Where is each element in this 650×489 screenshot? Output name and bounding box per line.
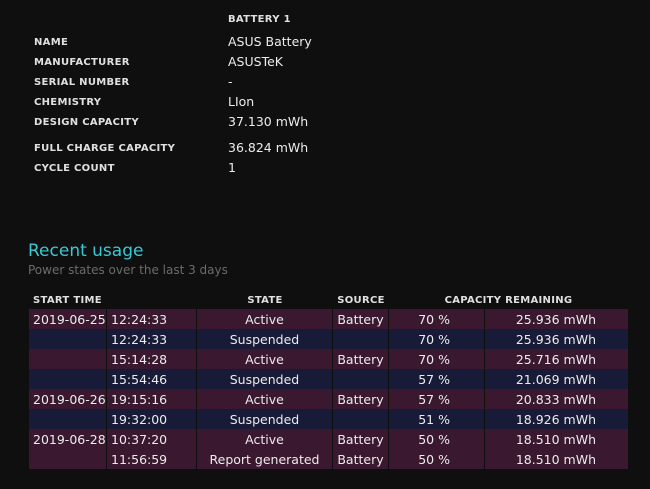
info-value: ASUS Battery xyxy=(228,34,312,49)
column-header-state: STATE xyxy=(247,294,283,306)
info-row-full-charge-capacity: FULL CHARGE CAPACITY 36.824 mWh xyxy=(34,139,594,159)
capacity-percent-cell: 51 % xyxy=(389,409,485,429)
column-header-source: SOURCE xyxy=(337,294,385,306)
info-label: FULL CHARGE CAPACITY xyxy=(34,143,176,154)
date-cell xyxy=(29,409,107,429)
info-value: LIon xyxy=(228,94,255,109)
capacity-percent-cell: 57 % xyxy=(389,389,485,409)
info-label: CHEMISTRY xyxy=(34,97,102,108)
capacity-percent-cell: 57 % xyxy=(389,369,485,389)
time-cell: 12:24:33 xyxy=(107,329,197,349)
info-row-name: NAME ASUS Battery xyxy=(34,33,594,53)
column-header-capacity-remaining: CAPACITY REMAINING xyxy=(444,294,573,306)
table-row: 15:54:46 Suspended 57 % 21.069 mWh xyxy=(29,369,628,389)
date-cell: 2019-06-28 xyxy=(29,429,107,449)
capacity-percent-cell: 50 % xyxy=(389,429,485,449)
source-cell: Battery xyxy=(333,349,389,369)
info-label: CYCLE COUNT xyxy=(34,163,115,174)
battery-column-header: BATTERY 1 xyxy=(228,14,291,25)
battery-report-page: BATTERY 1 NAME ASUS Battery MANUFACTURER… xyxy=(0,0,650,489)
source-cell: Battery xyxy=(333,389,389,409)
table-row: 15:14:28 Active Battery 70 % 25.716 mWh xyxy=(29,349,628,369)
table-row: 11:56:59 Report generated Battery 50 % 1… xyxy=(29,449,628,469)
time-cell: 15:14:28 xyxy=(107,349,197,369)
date-cell xyxy=(29,369,107,389)
capacity-mwh-cell: 25.936 mWh xyxy=(485,309,628,329)
time-cell: 12:24:33 xyxy=(107,309,197,329)
capacity-percent-cell: 70 % xyxy=(389,309,485,329)
state-cell: Active xyxy=(197,429,333,449)
date-cell: 2019-06-25 xyxy=(29,309,107,329)
capacity-percent-cell: 50 % xyxy=(389,449,485,469)
info-row-chemistry: CHEMISTRY LIon xyxy=(34,93,594,113)
info-row-manufacturer: MANUFACTURER ASUSTeK xyxy=(34,53,594,73)
capacity-mwh-cell: 21.069 mWh xyxy=(485,369,628,389)
info-row-cycle-count: CYCLE COUNT 1 xyxy=(34,159,594,179)
info-label: SERIAL NUMBER xyxy=(34,77,130,88)
capacity-mwh-cell: 20.833 mWh xyxy=(485,389,628,409)
section-title-recent-usage: Recent usage xyxy=(28,241,144,261)
time-cell: 19:32:00 xyxy=(107,409,197,429)
table-row: 2019-06-25 12:24:33 Active Battery 70 % … xyxy=(29,309,628,329)
capacity-percent-cell: 70 % xyxy=(389,329,485,349)
info-row-serial-number: SERIAL NUMBER - xyxy=(34,73,594,93)
date-cell xyxy=(29,349,107,369)
capacity-mwh-cell: 18.510 mWh xyxy=(485,449,628,469)
table-row: 19:32:00 Suspended 51 % 18.926 mWh xyxy=(29,409,628,429)
table-header-row: START TIME STATE SOURCE CAPACITY REMAINI… xyxy=(29,291,628,309)
source-cell: Battery xyxy=(333,309,389,329)
info-value: 1 xyxy=(228,160,236,175)
section-subtitle: Power states over the last 3 days xyxy=(28,263,228,277)
state-cell: Suspended xyxy=(197,329,333,349)
info-value: 36.824 mWh xyxy=(228,140,309,155)
table-row: 2019-06-26 19:15:16 Active Battery 57 % … xyxy=(29,389,628,409)
state-cell: Suspended xyxy=(197,409,333,429)
info-value: 37.130 mWh xyxy=(228,114,309,129)
source-cell xyxy=(333,329,389,349)
time-cell: 10:37:20 xyxy=(107,429,197,449)
info-label: NAME xyxy=(34,37,69,48)
state-cell: Active xyxy=(197,349,333,369)
state-cell: Active xyxy=(197,309,333,329)
capacity-mwh-cell: 18.510 mWh xyxy=(485,429,628,449)
date-cell: 2019-06-26 xyxy=(29,389,107,409)
state-cell: Report generated xyxy=(197,449,333,469)
source-cell xyxy=(333,369,389,389)
info-label: DESIGN CAPACITY xyxy=(34,117,139,128)
date-cell xyxy=(29,449,107,469)
time-cell: 15:54:46 xyxy=(107,369,197,389)
recent-usage-table: START TIME STATE SOURCE CAPACITY REMAINI… xyxy=(29,291,628,469)
capacity-mwh-cell: 18.926 mWh xyxy=(485,409,628,429)
info-row-design-capacity: DESIGN CAPACITY 37.130 mWh xyxy=(34,113,594,133)
table-row: 12:24:33 Suspended 70 % 25.936 mWh xyxy=(29,329,628,349)
info-value: ASUSTeK xyxy=(228,54,283,69)
column-header-start-time: START TIME xyxy=(33,294,102,306)
time-cell: 11:56:59 xyxy=(107,449,197,469)
info-value: - xyxy=(228,74,233,89)
source-cell xyxy=(333,409,389,429)
capacity-mwh-cell: 25.936 mWh xyxy=(485,329,628,349)
source-cell: Battery xyxy=(333,429,389,449)
source-cell: Battery xyxy=(333,449,389,469)
state-cell: Suspended xyxy=(197,369,333,389)
capacity-mwh-cell: 25.716 mWh xyxy=(485,349,628,369)
date-cell xyxy=(29,329,107,349)
table-row: 2019-06-28 10:37:20 Active Battery 50 % … xyxy=(29,429,628,449)
time-cell: 19:15:16 xyxy=(107,389,197,409)
state-cell: Active xyxy=(197,389,333,409)
info-label: MANUFACTURER xyxy=(34,57,130,68)
capacity-percent-cell: 70 % xyxy=(389,349,485,369)
